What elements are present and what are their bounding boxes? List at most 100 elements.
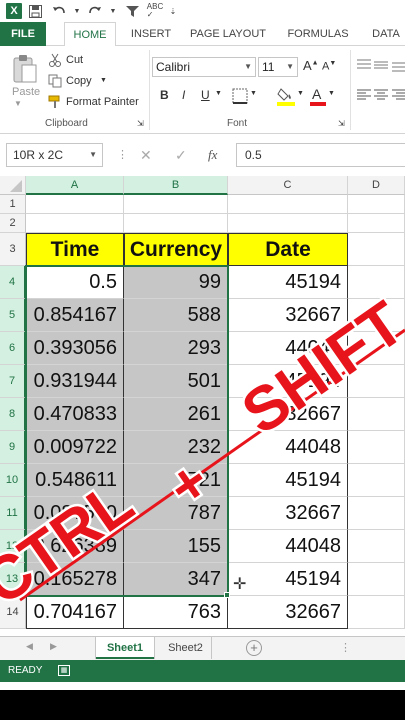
table-data-cell[interactable]: 763 [124, 596, 228, 629]
table-data-cell[interactable]: 44048 [228, 431, 348, 464]
new-sheet-icon[interactable]: + [246, 640, 262, 656]
scroll-split-icon[interactable]: ⋮ [340, 641, 351, 654]
table-data-cell[interactable]: 501 [124, 365, 228, 398]
row-header[interactable]: 14 [0, 596, 26, 629]
paste-icon[interactable] [12, 54, 38, 83]
table-data-cell[interactable]: 232 [124, 431, 228, 464]
tab-home[interactable]: HOME [64, 22, 116, 47]
underline-button[interactable]: U [201, 88, 210, 102]
cell[interactable] [348, 195, 405, 214]
table-header-cell[interactable]: Currency [124, 233, 228, 266]
spelling-icon[interactable]: ABC ✓ [144, 0, 166, 22]
undo-dropdown-icon[interactable]: ▼ [70, 0, 84, 22]
column-header-c[interactable]: C [228, 176, 348, 195]
cell[interactable] [348, 299, 405, 332]
table-data-cell[interactable]: 44048 [228, 530, 348, 563]
format-painter-icon[interactable] [48, 95, 62, 109]
row-header[interactable]: 9 [0, 431, 26, 464]
prev-sheet-icon[interactable]: ◀ [26, 641, 33, 652]
bold-button[interactable]: B [160, 88, 169, 102]
align-center-icon[interactable] [373, 88, 389, 102]
font-size-select[interactable]: 11 ▼ [258, 57, 298, 77]
clipboard-launcher-icon[interactable]: ⇲ [137, 119, 144, 128]
macro-record-icon[interactable]: ▦ [58, 665, 70, 676]
cell[interactable] [124, 195, 228, 214]
cell[interactable] [348, 398, 405, 431]
tab-data[interactable]: DATA [364, 22, 405, 46]
table-data-cell[interactable]: 0.854167 [26, 299, 124, 332]
table-data-cell[interactable]: 261 [124, 398, 228, 431]
table-header-cell[interactable]: Time [26, 233, 124, 266]
align-right-icon[interactable] [391, 88, 405, 102]
next-sheet-icon[interactable]: ▶ [50, 641, 57, 652]
table-data-cell[interactable]: 588 [124, 299, 228, 332]
table-data-cell[interactable]: 44048 [228, 332, 348, 365]
font-color-dropdown-icon[interactable]: ▼ [328, 90, 335, 97]
borders-icon[interactable] [232, 88, 248, 104]
formula-input[interactable]: 0.5 [236, 143, 405, 167]
cell[interactable] [26, 195, 124, 214]
fill-handle[interactable] [224, 592, 230, 598]
align-left-icon[interactable] [356, 88, 372, 102]
shrink-font-icon[interactable]: A▼ [322, 60, 336, 73]
copy-dropdown-icon[interactable]: ▼ [100, 77, 107, 84]
row-header[interactable]: 13 [0, 563, 26, 596]
cell[interactable] [348, 332, 405, 365]
row-header[interactable]: 5 [0, 299, 26, 332]
cell[interactable] [348, 497, 405, 530]
cell[interactable] [124, 214, 228, 233]
table-data-cell[interactable]: 347 [124, 563, 228, 596]
confirm-entry-icon[interactable]: ✓ [175, 147, 187, 164]
tab-formulas[interactable]: FORMULAS [282, 22, 354, 46]
fill-color-icon[interactable] [277, 86, 295, 106]
table-header-cell[interactable]: Date [228, 233, 348, 266]
table-data-cell[interactable]: 0.470833 [26, 398, 124, 431]
row-header[interactable]: 6 [0, 332, 26, 365]
table-data-cell[interactable]: 99 [124, 266, 228, 299]
paste-button[interactable]: Paste [12, 86, 40, 98]
copy-button[interactable]: Copy [66, 75, 92, 87]
font-name-select[interactable]: Calibri ▼ [152, 57, 256, 77]
cell[interactable] [348, 596, 405, 629]
name-box[interactable]: 10R x 2C ▼ [6, 143, 103, 167]
row-header[interactable]: 7 [0, 365, 26, 398]
borders-dropdown-icon[interactable]: ▼ [250, 90, 257, 97]
font-color-icon[interactable]: A [310, 86, 326, 106]
table-data-cell[interactable]: 0.009722 [26, 431, 124, 464]
row-header[interactable]: 1 [0, 195, 26, 214]
cell[interactable] [348, 214, 405, 233]
row-header[interactable]: 3 [0, 233, 26, 266]
column-header-d[interactable]: D [348, 176, 405, 195]
cell[interactable] [26, 214, 124, 233]
worksheet-grid[interactable]: A B C D 1 2 3 4 5 6 7 8 9 10 11 12 13 14 Time Currency… [0, 176, 405, 636]
cell[interactable] [348, 233, 405, 266]
table-data-cell[interactable]: 155 [124, 530, 228, 563]
table-data-cell[interactable]: 0.5 [26, 266, 124, 299]
redo-dropdown-icon[interactable]: ▼ [106, 0, 120, 22]
cell[interactable] [348, 563, 405, 596]
cell[interactable] [348, 266, 405, 299]
align-middle-icon[interactable] [373, 58, 389, 72]
table-data-cell[interactable]: 0.931944 [26, 365, 124, 398]
row-header[interactable]: 11 [0, 497, 26, 530]
table-data-cell[interactable]: 32667 [228, 299, 348, 332]
column-header-b[interactable]: B [124, 176, 228, 195]
table-data-cell[interactable]: 0.548611 [26, 464, 124, 497]
table-data-cell[interactable]: 32667 [228, 596, 348, 629]
row-header[interactable]: 10 [0, 464, 26, 497]
table-data-cell[interactable]: 0.626389 [26, 530, 124, 563]
copy-icon[interactable] [48, 74, 62, 88]
row-header[interactable]: 4 [0, 266, 26, 299]
table-data-cell[interactable]: 0.704167 [26, 596, 124, 629]
align-bottom-icon[interactable] [391, 58, 405, 72]
table-data-cell[interactable]: 0.087500 [26, 497, 124, 530]
table-data-cell[interactable]: 45194 [228, 464, 348, 497]
italic-button[interactable]: I [182, 88, 185, 102]
table-data-cell[interactable]: 787 [124, 497, 228, 530]
undo-icon[interactable] [48, 0, 70, 22]
cell[interactable] [228, 195, 348, 214]
table-data-cell[interactable]: 0.393056 [26, 332, 124, 365]
column-header-a[interactable]: A [26, 176, 124, 195]
select-all-corner[interactable] [0, 176, 26, 195]
grow-font-icon[interactable]: A▲ [303, 58, 319, 73]
